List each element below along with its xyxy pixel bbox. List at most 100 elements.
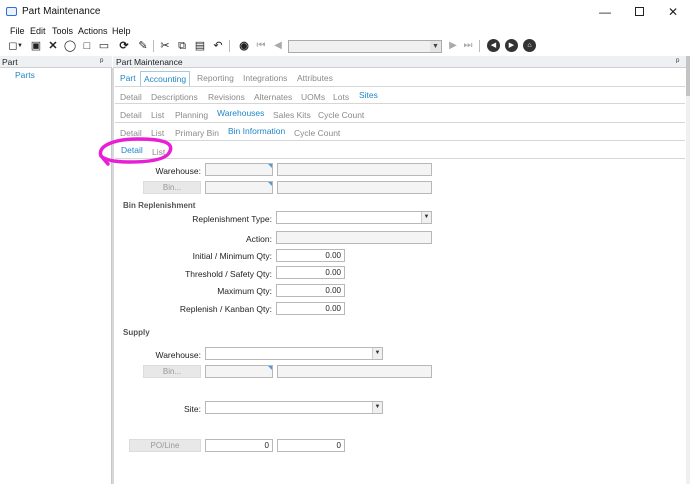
chevron-down-icon[interactable]: ▼	[430, 41, 441, 52]
maximum-qty-field[interactable]: 0.00	[276, 284, 345, 297]
save-icon[interactable]: ▣	[29, 39, 43, 53]
warehouse-description-field[interactable]	[277, 163, 432, 176]
chevron-down-icon[interactable]: ▼	[372, 402, 382, 413]
tab-part[interactable]: Part	[120, 73, 136, 83]
replenish-kanban-qty-field[interactable]: 0.00	[276, 302, 345, 315]
copy-icon[interactable]: ⧉	[175, 39, 189, 53]
chevron-down-icon[interactable]: ▼	[421, 212, 431, 223]
initial-minimum-qty-field[interactable]: 0.00	[276, 249, 345, 262]
initial-minimum-qty-label: Initial / Minimum Qty:	[192, 251, 272, 261]
panel-divider[interactable]	[112, 68, 114, 484]
tab-divider	[115, 158, 685, 159]
threshold-safety-qty-field[interactable]: 0.00	[276, 266, 345, 279]
tab-warehouses[interactable]: Warehouses	[217, 108, 264, 118]
tab-divider	[115, 86, 685, 87]
maximize-button[interactable]	[622, 0, 656, 24]
chevron-down-icon[interactable]: ▼	[372, 348, 382, 359]
bin-button[interactable]: Bin...	[143, 181, 201, 194]
bin-description-field[interactable]	[277, 181, 432, 194]
home-icon[interactable]: ⌂	[523, 39, 536, 52]
tab-primary-bin[interactable]: Primary Bin	[175, 128, 219, 138]
bin-field[interactable]	[205, 181, 273, 194]
tab-cycle-count[interactable]: Cycle Count	[294, 128, 340, 138]
clear-icon[interactable]: ✎	[136, 39, 150, 53]
tab-reporting[interactable]: Reporting	[197, 73, 234, 83]
section-bin-replenishment: Bin Replenishment	[123, 201, 196, 210]
tree-item-parts[interactable]: Parts	[15, 70, 35, 80]
po-line-field[interactable]: 0	[277, 439, 345, 452]
minimize-button[interactable]: —	[588, 0, 622, 24]
po-number-field[interactable]: 0	[205, 439, 273, 452]
warehouse-field[interactable]	[205, 163, 273, 176]
tab-accounting[interactable]: Accounting	[140, 71, 191, 87]
tab-sales-kits[interactable]: Sales Kits	[273, 110, 311, 120]
supply-bin-description-field[interactable]	[277, 365, 432, 378]
replenish-kanban-qty-label: Replenish / Kanban Qty:	[179, 304, 272, 314]
tab-revisions[interactable]: Revisions	[208, 92, 245, 102]
window-title: Part Maintenance	[22, 6, 101, 17]
lookup-corner-icon	[268, 366, 272, 370]
search-binoculars-icon[interactable]: ◉	[237, 39, 251, 53]
scrollbar-thumb[interactable]	[686, 56, 690, 96]
supply-warehouse-select[interactable]	[205, 347, 383, 360]
supply-bin-button[interactable]: Bin...	[143, 365, 201, 378]
refresh-icon[interactable]: ⟳	[117, 39, 131, 53]
binoculars-icon[interactable]: ◯	[63, 39, 77, 53]
po-line-button[interactable]: PO/Line	[129, 439, 201, 452]
right-panel-header	[113, 56, 686, 68]
vertical-scrollbar[interactable]	[686, 56, 690, 484]
tab-detail[interactable]: Detail	[120, 110, 142, 120]
cut-icon[interactable]: ✂	[158, 39, 172, 53]
menu-actions[interactable]: Actions	[78, 26, 108, 36]
attachment-icon[interactable]: ▭	[97, 39, 111, 53]
menu-tools[interactable]: Tools	[52, 26, 73, 36]
menu-file[interactable]: File	[10, 26, 25, 36]
paste-icon[interactable]: ▤	[193, 39, 207, 53]
tab-alternates[interactable]: Alternates	[254, 92, 292, 102]
right-panel-title: Part Maintenance	[116, 57, 183, 67]
record-navigator-combo[interactable]	[288, 40, 442, 53]
menu-help[interactable]: Help	[112, 26, 131, 36]
prev-record-icon[interactable]: ◀	[272, 39, 284, 53]
tab-sites[interactable]: Sites	[359, 90, 378, 100]
lookup-corner-icon	[268, 164, 272, 168]
last-record-icon[interactable]: ⏭	[462, 39, 474, 53]
supply-warehouse-label: Warehouse:	[155, 350, 201, 360]
tab-attributes[interactable]: Attributes	[297, 73, 333, 83]
maximize-icon	[634, 7, 644, 17]
undo-icon[interactable]: ↶	[211, 39, 225, 53]
app-icon	[6, 7, 17, 16]
pin-icon[interactable]: ᵖ	[676, 56, 679, 66]
site-select[interactable]	[205, 401, 383, 414]
tab-uoms[interactable]: UOMs	[301, 92, 325, 102]
new-dropdown-icon[interactable]: ▼	[17, 39, 23, 53]
tab-cycle-count[interactable]: Cycle Count	[318, 110, 364, 120]
tab-divider	[115, 103, 685, 104]
forward-icon[interactable]: ▶	[505, 39, 518, 52]
first-record-icon[interactable]: ⏮	[255, 39, 267, 53]
toolbar-separator	[479, 40, 480, 52]
menu-edit[interactable]: Edit	[30, 26, 46, 36]
replenishment-type-select[interactable]	[276, 211, 432, 224]
tab-integrations[interactable]: Integrations	[243, 73, 287, 83]
toolbar-separator	[153, 40, 154, 52]
tab-lots[interactable]: Lots	[333, 92, 349, 102]
supply-bin-field[interactable]	[205, 365, 273, 378]
next-record-icon[interactable]: ▶	[447, 39, 459, 53]
delete-icon[interactable]: ✕	[46, 39, 60, 53]
warehouse-label: Warehouse:	[155, 166, 201, 176]
action-label: Action:	[246, 234, 272, 244]
tab-divider	[115, 140, 685, 141]
site-label: Site:	[183, 404, 201, 414]
tab-planning[interactable]: Planning	[175, 110, 208, 120]
tab-descriptions[interactable]: Descriptions	[151, 92, 198, 102]
close-button[interactable]: ✕	[656, 0, 690, 24]
back-icon[interactable]: ◀	[487, 39, 500, 52]
tab-bin-information[interactable]: Bin Information	[228, 126, 285, 136]
action-field[interactable]	[276, 231, 432, 244]
note-icon[interactable]: □	[80, 39, 94, 53]
tab-detail[interactable]: Detail	[120, 92, 142, 102]
pin-icon[interactable]: ᵖ	[100, 56, 103, 66]
annotation-circle	[98, 137, 173, 166]
tab-list[interactable]: List	[151, 110, 164, 120]
